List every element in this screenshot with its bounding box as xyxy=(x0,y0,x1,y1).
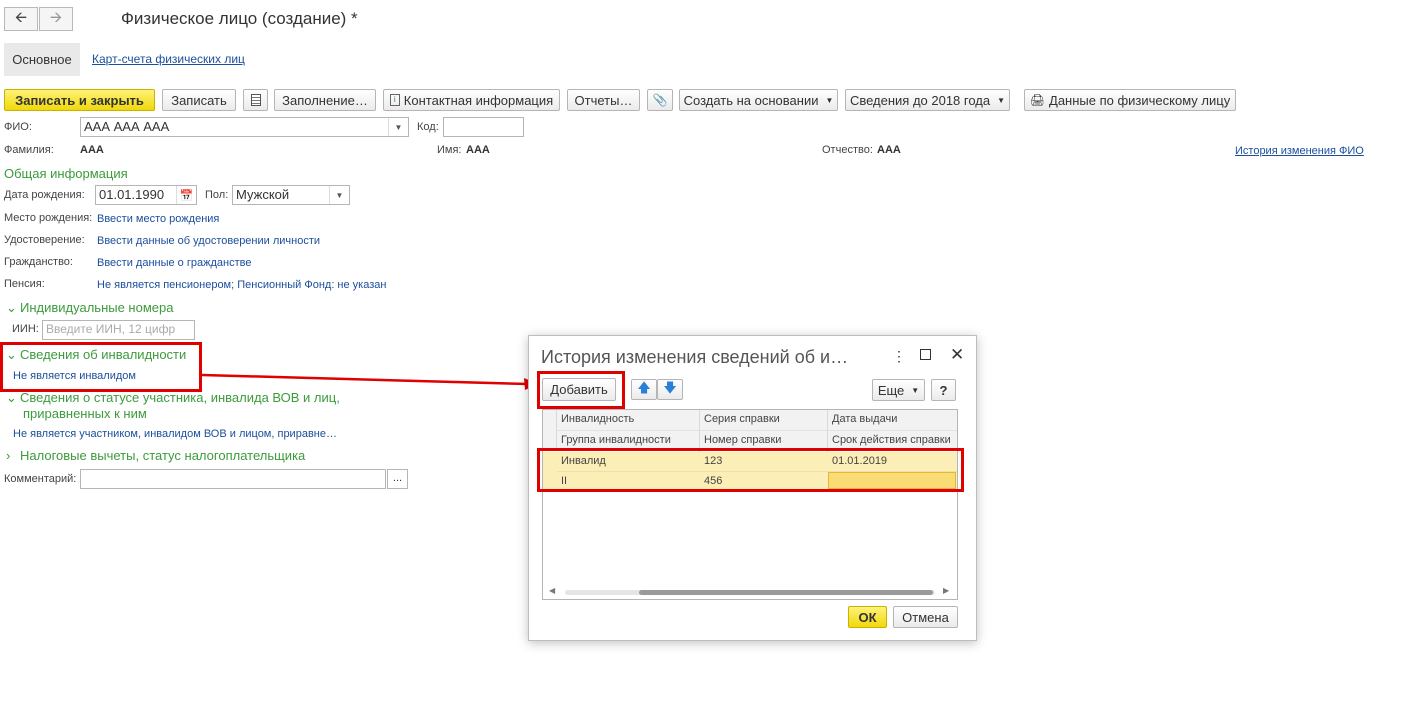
highlight-box xyxy=(537,371,625,409)
column-header[interactable]: Дата выдачи xyxy=(828,413,897,425)
highlight-box xyxy=(537,448,964,492)
scroll-right-icon[interactable]: ▶ xyxy=(943,586,949,595)
close-icon[interactable]: ✕ xyxy=(950,345,964,365)
column-header[interactable]: Номер справки xyxy=(700,434,781,446)
disability-history-dialog: История изменения сведений об и… ⋮ ✕ Доб… xyxy=(528,335,977,641)
more-vert-icon[interactable]: ⋮ xyxy=(892,348,906,365)
help-button[interactable]: ? xyxy=(931,379,956,401)
disability-table: Инвалидность Серия справки Дата выдачи Г… xyxy=(542,409,958,600)
arrow-down-icon: 🡇 xyxy=(663,379,677,395)
scroll-left-icon[interactable]: ◀ xyxy=(549,586,555,595)
ok-button[interactable]: ОК xyxy=(848,606,887,628)
cancel-button[interactable]: Отмена xyxy=(893,606,958,628)
column-header[interactable]: Группа инвалидности xyxy=(557,434,671,446)
scrollbar-thumb[interactable] xyxy=(639,590,933,595)
caret-down-icon: ▼ xyxy=(911,385,920,395)
dialog-title: История изменения сведений об и… xyxy=(541,347,849,367)
move-down-button[interactable]: 🡇 xyxy=(657,379,683,400)
column-header[interactable]: Инвалидность xyxy=(557,413,634,425)
arrow-up-icon: 🡅 xyxy=(637,379,651,395)
move-up-button[interactable]: 🡅 xyxy=(631,379,657,400)
more-button[interactable]: Еще ▼ xyxy=(872,379,925,401)
column-header[interactable]: Серия справки xyxy=(700,413,780,425)
column-header[interactable]: Срок действия справки xyxy=(828,434,951,446)
maximize-icon[interactable] xyxy=(920,349,931,360)
horizontal-scrollbar[interactable]: ◀ ▶ xyxy=(543,585,957,599)
